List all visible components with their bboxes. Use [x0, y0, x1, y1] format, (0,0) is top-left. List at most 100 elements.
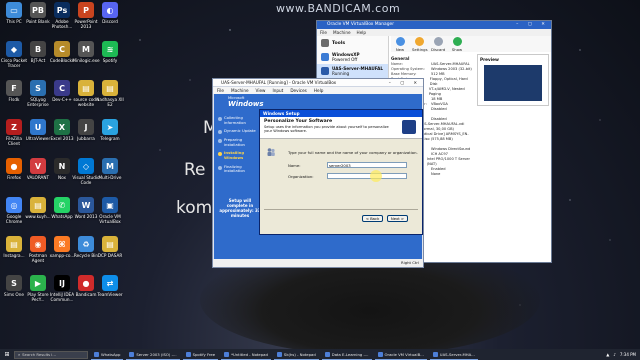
app-icon: ▣: [102, 197, 118, 213]
detail-value: Disabled: [431, 107, 447, 111]
show-button[interactable]: Show: [450, 36, 464, 52]
app-icon: X: [54, 119, 70, 135]
vm-state: Running: [332, 71, 350, 76]
windows-xp-icon: [321, 53, 329, 61]
vbm-titlebar[interactable]: Oracle VM VirtualBox Manager – ▢ ✕: [317, 21, 551, 29]
wallpaper-text-3: kom: [176, 198, 213, 218]
new-button[interactable]: New: [393, 36, 407, 52]
taskbar-search[interactable]: ⌕ Search Results i...: [14, 350, 88, 359]
taskbar-item[interactable]: Data E-Learning -...: [321, 349, 372, 360]
vm-menu-input[interactable]: Input: [272, 87, 283, 94]
show-label: Show: [451, 47, 463, 52]
organization-input[interactable]: [327, 173, 407, 179]
desktop-icon[interactable]: ⇄ TeamViewer: [96, 275, 124, 297]
network-icon[interactable]: ▲: [606, 352, 609, 357]
vm-menu-machine[interactable]: Machine: [231, 87, 249, 94]
desktop-icon[interactable]: M Multi-Drive: [96, 158, 124, 180]
vm-guest-screen[interactable]: Microsoft Windows Collecting information…: [214, 94, 423, 259]
dialog-heading: Personalize Your Software: [264, 119, 333, 124]
app-icon: ◉: [30, 236, 46, 252]
next-button[interactable]: Next >: [387, 215, 408, 222]
desktop-icon[interactable]: ▤ Nadhasya XII E2: [96, 80, 124, 107]
app-icon: N: [54, 158, 70, 174]
gear-icon: [414, 37, 424, 46]
preview-screen: [484, 65, 542, 101]
taskbar-item[interactable]: Oracle VM VirtualB...: [374, 349, 427, 360]
detail-value: VT-x/AMD-V, Nested Paging: [428, 87, 465, 96]
name-label: Name:: [288, 163, 301, 168]
vm-statusbar: Right Ctrl: [213, 259, 423, 267]
volume-icon[interactable]: ♪: [613, 352, 616, 357]
taskbar-item-label: Spotify Free: [192, 351, 216, 357]
vm-menu-file[interactable]: File: [217, 87, 224, 94]
app-icon: C: [54, 41, 70, 57]
app-icon: ➤: [102, 119, 118, 135]
setup-step-active: Installing Windows: [218, 151, 258, 160]
dialog-banner: Personalize Your Software Setup uses the…: [260, 117, 422, 139]
vm-menu-view[interactable]: View: [256, 87, 266, 94]
app-icon: J: [78, 119, 94, 135]
taskbar-item[interactable]: Spotify Free: [182, 349, 219, 360]
vm-titlebar[interactable]: UAS-Server-MHAUFAL [Running] - Oracle VM…: [213, 79, 423, 87]
desktop-icon-label: Oracle VM VirtualBox: [99, 214, 121, 224]
vbm-menu-machine[interactable]: Machine: [333, 29, 351, 36]
desktop-icon-label: DCP DASAR: [97, 253, 123, 258]
vm-list-item-windowsxp[interactable]: WindowsXP Powered Off: [317, 50, 388, 64]
vbm-tools-label: Tools: [332, 40, 346, 46]
vm-list-item-uas-server[interactable]: UAS-Server-MHAUFAL Running: [317, 64, 388, 78]
desktop-icon[interactable]: ➤ Telegram: [96, 119, 124, 141]
wallpaper-text-2: Re: [184, 160, 206, 180]
app-icon: ▤: [78, 80, 94, 96]
vm-title: UAS-Server-MHAUFAL [Running] - Oracle VM…: [221, 80, 337, 85]
app-icon: ◆: [6, 41, 22, 57]
setup-step: Collecting information: [218, 115, 258, 125]
vm-menu-devices[interactable]: Devices: [290, 87, 307, 94]
step-label: Collecting information: [224, 115, 246, 125]
vm-menubar: File Machine View Input Devices Help: [213, 87, 423, 94]
taskbar-item[interactable]: UAS-Server-MHA...: [429, 349, 478, 360]
logo-windows: Windows: [228, 100, 264, 108]
app-icon: ▤: [6, 236, 22, 252]
setup-step: Dynamic Update: [218, 128, 258, 135]
vbm-window-controls[interactable]: – ▢ ✕: [516, 21, 549, 29]
app-icon: ♻: [78, 236, 94, 252]
step-label: Finalizing installation: [224, 163, 245, 174]
show-arrow-icon: [452, 37, 462, 46]
desktop-icon-label: Telegram: [100, 136, 120, 141]
desktop-icon[interactable]: ▤ DCP DASAR: [96, 236, 124, 258]
vm-window-controls[interactable]: – ▢ ✕: [389, 79, 421, 87]
taskbar-item[interactable]: *Untitled - Notepad: [221, 349, 271, 360]
step-bullet-icon: [218, 165, 222, 170]
step-label: Preparing installation: [224, 137, 245, 147]
vm-menu-help[interactable]: Help: [314, 87, 324, 94]
desktop-icon[interactable]: ▣ Oracle VM VirtualBox: [96, 197, 124, 224]
detail-value: UAS-Server-MHAUFAL.vdi (Normal, 30,00 GB…: [419, 122, 465, 131]
back-button[interactable]: < Back: [362, 215, 383, 222]
taskbar: ⊞ ⌕ Search Results i... WhatsApp Server 2…: [0, 349, 640, 360]
desktop-icon[interactable]: ◐ Discord: [96, 2, 124, 24]
step-label: Dynamic Update: [224, 128, 256, 134]
vbm-menu-file[interactable]: File: [320, 29, 327, 36]
app-icon: Z: [6, 119, 22, 135]
name-input[interactable]: server2003: [327, 162, 407, 168]
desktop-icon[interactable]: ≋ Spotify: [96, 41, 124, 63]
settings-button[interactable]: Settings: [412, 36, 428, 52]
app-icon: ●: [6, 158, 22, 174]
vbm-toolbar: New Settings Discard Show: [391, 36, 551, 52]
vbm-tools-item[interactable]: Tools: [317, 36, 388, 50]
taskbar-item[interactable]: WhatsApp: [91, 349, 124, 360]
setup-step: Preparing installation: [218, 137, 258, 147]
vbm-menu-help[interactable]: Help: [357, 29, 367, 36]
taskbar-item[interactable]: Sk(hs) - Notepad: [273, 349, 319, 360]
app-icon: ◐: [102, 2, 118, 18]
taskbar-item-label: Server 2003 (ISO) -...: [136, 351, 177, 357]
step-bullet-icon: [218, 152, 222, 157]
app-icon: [377, 351, 383, 357]
app-icon: PB: [30, 2, 46, 18]
taskbar-item[interactable]: Server 2003 (ISO) -...: [126, 349, 180, 360]
vbm-preview-panel: Preview: [477, 54, 549, 106]
windows-start-icon[interactable]: ⊞: [0, 351, 14, 358]
discard-button[interactable]: Discard: [431, 36, 445, 52]
app-icon: M: [102, 158, 118, 174]
clock[interactable]: 7:34 PM: [620, 352, 636, 357]
